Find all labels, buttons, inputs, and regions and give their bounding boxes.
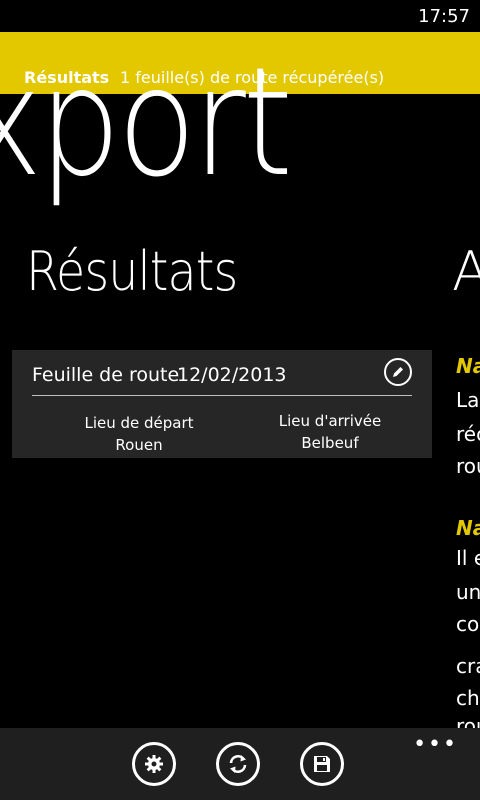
save-icon <box>314 756 330 772</box>
card-date: 12/02/2013 <box>177 364 287 386</box>
save-button[interactable] <box>300 742 344 786</box>
next-panel-heading: Na <box>456 354 480 378</box>
route-sheet-card[interactable]: Feuille de route 12/02/2013 Lieu de dépa… <box>12 350 432 458</box>
next-panel-heading: Na <box>456 516 480 540</box>
more-options-icon[interactable]: ••• <box>413 734 458 756</box>
next-panel-line: un <box>456 580 480 604</box>
card-divider <box>32 395 412 396</box>
screen: 17:57 Résultats 1 feuille(s) de route ré… <box>0 0 480 800</box>
edit-button[interactable] <box>384 358 412 386</box>
edit-pencil-icon <box>393 367 403 377</box>
next-panel-line: rou <box>456 454 480 478</box>
next-panel-line: Il e <box>456 546 480 570</box>
app-bar: ••• <box>0 728 480 800</box>
next-panel-line: ch <box>456 686 480 710</box>
next-section-header[interactable]: A <box>452 240 480 303</box>
status-bar: 17:57 <box>0 0 480 32</box>
panorama-title: xport <box>0 36 293 210</box>
arrival-column: Lieu d'arrivée Belbeuf <box>245 410 415 454</box>
section-header: Résultats <box>26 240 238 303</box>
status-time: 17:57 <box>418 6 470 27</box>
departure-label: Lieu de départ <box>84 414 194 432</box>
next-panel-line: La <box>456 388 480 412</box>
card-label: Feuille de route <box>32 364 180 386</box>
next-panel-line: co <box>456 612 480 636</box>
arrival-value: Belbeuf <box>301 434 359 452</box>
refresh-icon <box>229 755 247 773</box>
next-panel-line: réc <box>456 422 480 446</box>
next-panel-line: cra <box>456 654 480 678</box>
departure-value: Rouen <box>115 436 163 454</box>
refresh-button[interactable] <box>216 742 260 786</box>
departure-column: Lieu de départ Rouen <box>54 412 224 456</box>
arrival-label: Lieu d'arrivée <box>278 412 382 430</box>
settings-button[interactable] <box>132 742 176 786</box>
gear-icon <box>145 755 163 773</box>
